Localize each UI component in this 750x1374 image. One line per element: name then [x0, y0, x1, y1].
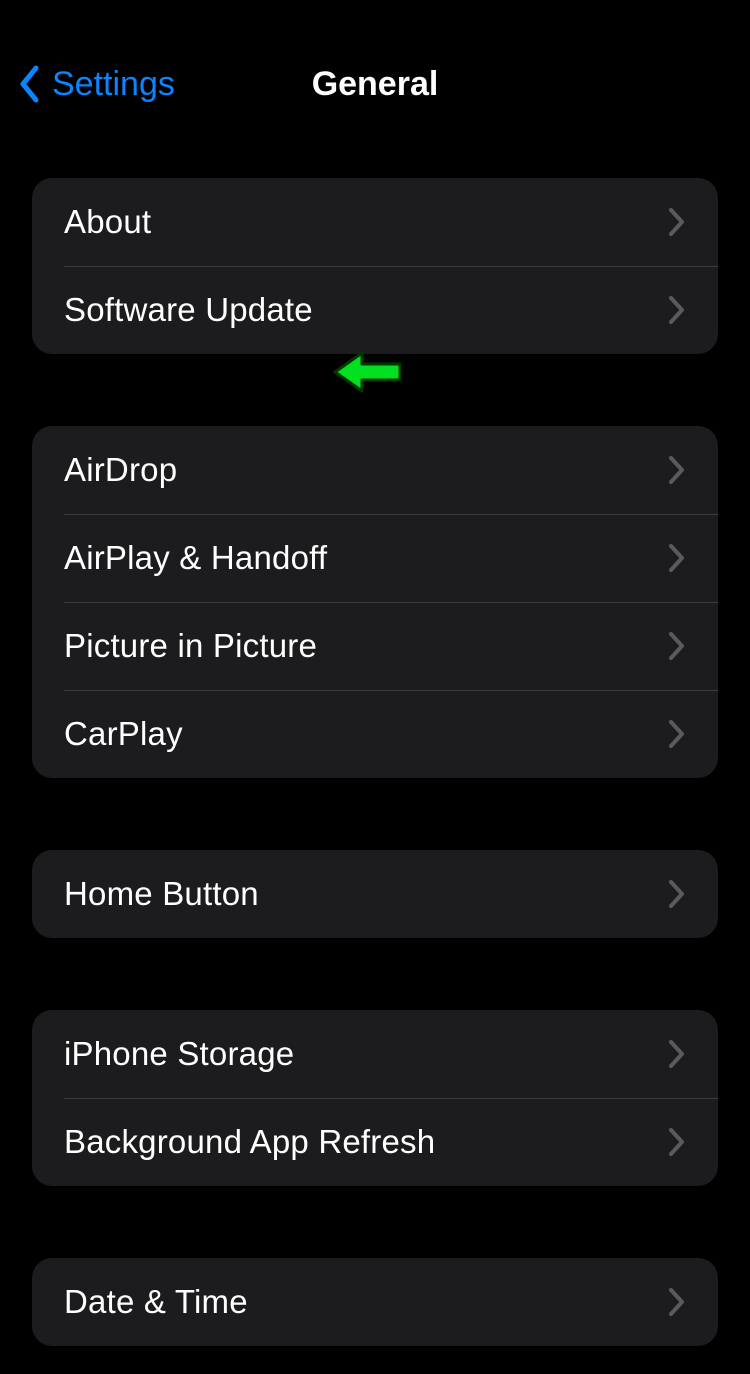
row-label: Software Update — [64, 291, 313, 329]
row-label: About — [64, 203, 151, 241]
row-date-time[interactable]: Date & Time — [32, 1258, 718, 1346]
row-airdrop[interactable]: AirDrop — [32, 426, 718, 514]
chevron-right-icon — [668, 1287, 686, 1317]
chevron-left-icon — [18, 65, 40, 103]
row-label: iPhone Storage — [64, 1035, 294, 1073]
row-label: Background App Refresh — [64, 1123, 435, 1161]
row-label: Picture in Picture — [64, 627, 317, 665]
settings-group: About Software Update — [32, 178, 718, 354]
row-iphone-storage[interactable]: iPhone Storage — [32, 1010, 718, 1098]
content: About Software Update AirDrop AirPlay & … — [0, 178, 750, 1346]
settings-group: Home Button — [32, 850, 718, 938]
page-title: General — [312, 65, 439, 104]
row-picture-in-picture[interactable]: Picture in Picture — [32, 602, 718, 690]
chevron-right-icon — [668, 719, 686, 749]
settings-group: Date & Time — [32, 1258, 718, 1346]
chevron-right-icon — [668, 543, 686, 573]
row-label: CarPlay — [64, 715, 183, 753]
chevron-right-icon — [668, 1039, 686, 1069]
row-about[interactable]: About — [32, 178, 718, 266]
row-software-update[interactable]: Software Update — [32, 266, 718, 354]
chevron-right-icon — [668, 207, 686, 237]
chevron-right-icon — [668, 1127, 686, 1157]
row-label: AirPlay & Handoff — [64, 539, 327, 577]
nav-bar: Settings General — [0, 40, 750, 128]
chevron-right-icon — [668, 631, 686, 661]
row-label: Date & Time — [64, 1283, 248, 1321]
settings-group: iPhone Storage Background App Refresh — [32, 1010, 718, 1186]
chevron-right-icon — [668, 295, 686, 325]
row-background-app-refresh[interactable]: Background App Refresh — [32, 1098, 718, 1186]
chevron-right-icon — [668, 879, 686, 909]
row-home-button[interactable]: Home Button — [32, 850, 718, 938]
row-airplay-handoff[interactable]: AirPlay & Handoff — [32, 514, 718, 602]
row-label: Home Button — [64, 875, 259, 913]
chevron-right-icon — [668, 455, 686, 485]
row-carplay[interactable]: CarPlay — [32, 690, 718, 778]
settings-group: AirDrop AirPlay & Handoff Picture in Pic… — [32, 426, 718, 778]
row-label: AirDrop — [64, 451, 177, 489]
back-label: Settings — [52, 65, 175, 104]
back-button[interactable]: Settings — [18, 65, 175, 104]
